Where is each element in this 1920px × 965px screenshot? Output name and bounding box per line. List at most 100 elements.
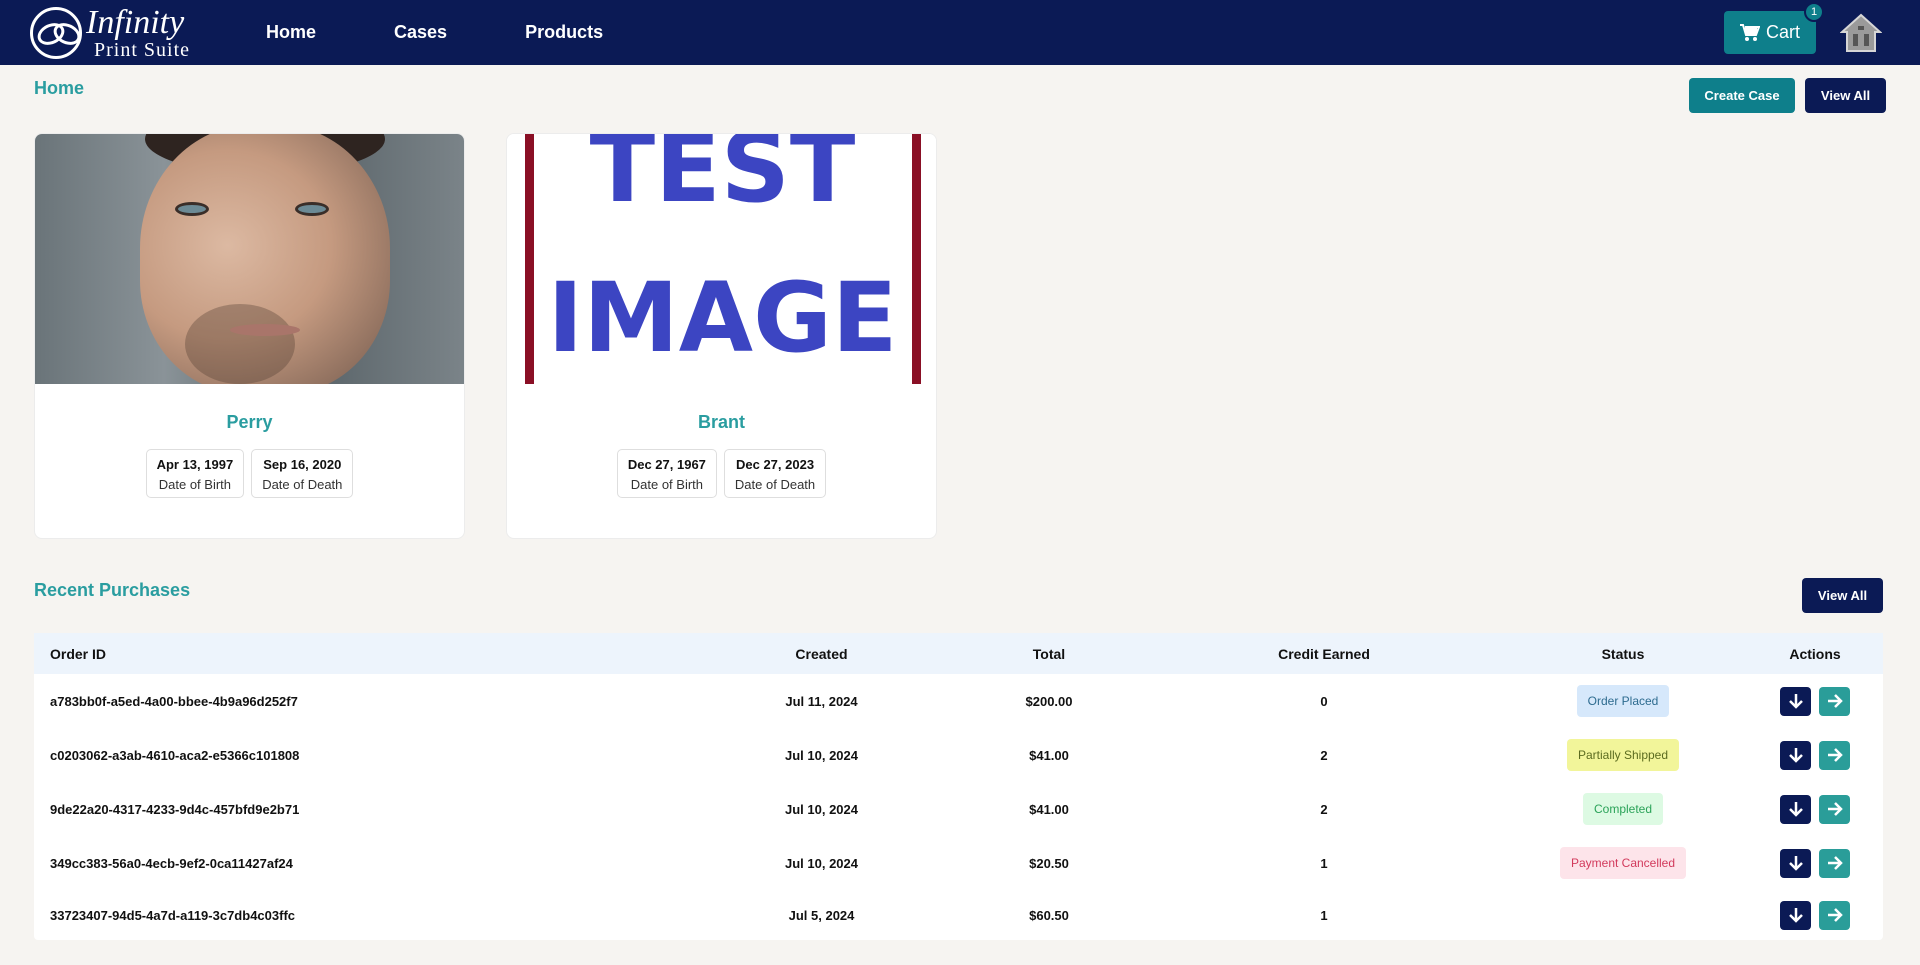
status-cell: Partially Shipped [1499,739,1747,771]
test-image-line1: TEST [589,134,856,224]
status-badge: Order Placed [1576,685,1670,717]
actions-cell [1747,794,1883,824]
table-row: 349cc383-56a0-4ecb-9ef2-0ca11427af24 Jul … [34,836,1883,890]
arrow-right-icon [1827,856,1843,870]
death-date-box: Dec 27, 2023 Date of Death [723,449,827,498]
table-row: a783bb0f-a5ed-4a00-bbee-4b9a96d252f7 Jul … [34,674,1883,728]
case-card[interactable]: Perry Apr 13, 1997 Date of Birth Sep 16,… [34,133,465,539]
order-created: Jul 5, 2024 [788,907,855,923]
actions-cell [1747,740,1883,770]
order-created: Jul 10, 2024 [785,855,858,871]
home-icon[interactable] [1840,12,1882,54]
download-button[interactable] [1780,794,1811,824]
view-order-button[interactable] [1819,848,1850,878]
arrow-right-icon [1827,908,1843,922]
arrow-right-icon [1827,694,1843,708]
order-credit: 0 [1320,693,1328,709]
status-cell: Order Placed [1499,685,1747,717]
order-id[interactable]: c0203062-a3ab-4610-aca2-e5366c101808 [34,748,514,763]
arrow-down-icon [1788,908,1803,923]
infinity-logo-icon [30,7,82,59]
death-date-label: Date of Death [262,477,343,492]
status-cell: Completed [1499,793,1747,825]
birth-date-box: Dec 27, 1967 Date of Birth [616,449,717,498]
logo-title: Infinity [86,4,185,41]
case-card[interactable]: TEST IMAGE Brant Dec 27, 1967 Date of Bi… [506,133,937,539]
order-credit: 2 [1320,801,1328,817]
case-photo [35,134,464,384]
shopping-cart-icon [1739,23,1760,41]
order-created: Jul 10, 2024 [785,801,858,817]
nav-cases[interactable]: Cases [394,22,447,43]
death-date: Sep 16, 2020 [263,457,342,472]
purchases-table: Order ID Created Total Credit Earned Sta… [34,633,1883,940]
order-created: Jul 10, 2024 [785,747,858,763]
cart-label: Cart [1765,22,1800,42]
status-badge: Payment Cancelled [1559,847,1687,879]
actions-cell [1747,848,1883,878]
page-title: Home [34,78,85,98]
order-credit: 2 [1320,747,1328,763]
order-created: Jul 11, 2024 [785,693,858,709]
order-id[interactable]: 9de22a20-4317-4233-9d4c-457bfd9e2b71 [34,802,514,817]
view-order-button[interactable] [1819,794,1850,824]
birth-date-box: Apr 13, 1997 Date of Birth [145,449,245,498]
col-created: Created [795,645,848,662]
birth-date: Dec 27, 1967 [627,457,706,472]
order-id[interactable]: a783bb0f-a5ed-4a00-bbee-4b9a96d252f7 [34,694,514,709]
table-row: 33723407-94d5-4a7d-a119-3c7db4c03ffc Jul … [34,890,1883,940]
arrow-right-icon [1827,748,1843,762]
table-row: 9de22a20-4317-4233-9d4c-457bfd9e2b71 Jul … [34,782,1883,836]
death-date: Dec 27, 2023 [735,457,815,472]
order-id[interactable]: 33723407-94d5-4a7d-a119-3c7db4c03ffc [34,908,514,923]
order-total: $41.00 [1029,801,1069,817]
birth-date-label: Date of Birth [158,477,232,492]
case-name[interactable]: Perry [35,412,464,433]
order-credit: 1 [1320,907,1328,923]
download-button[interactable] [1780,848,1811,878]
table-body: a783bb0f-a5ed-4a00-bbee-4b9a96d252f7 Jul … [34,674,1883,940]
case-name[interactable]: Brant [507,412,936,433]
arrow-down-icon [1788,748,1803,763]
download-button[interactable] [1780,900,1811,930]
order-credit: 1 [1320,855,1328,871]
order-total: $200.00 [1025,693,1073,709]
order-total: $20.50 [1029,855,1069,871]
nav-products[interactable]: Products [525,22,603,43]
col-actions: Actions [1789,645,1841,662]
death-date-label: Date of Death [734,477,816,492]
view-order-button[interactable] [1819,686,1850,716]
col-credit-earned: Credit Earned [1278,645,1370,662]
actions-cell [1747,686,1883,716]
view-order-button[interactable] [1819,740,1850,770]
birth-date: Apr 13, 1997 [156,457,234,472]
table-header: Order ID Created Total Credit Earned Sta… [34,633,1883,674]
download-button[interactable] [1780,740,1811,770]
order-id[interactable]: 349cc383-56a0-4ecb-9ef2-0ca11427af24 [34,856,514,871]
brand-logo[interactable]: Infinity Print Suite [30,5,190,61]
test-image-line2: IMAGE [547,262,898,374]
col-status: Status [1601,645,1645,662]
birth-date-label: Date of Birth [630,477,704,492]
cart-count-badge: 1 [1804,2,1824,22]
order-total: $41.00 [1029,747,1069,763]
main-nav: Home Cases Products [266,0,681,65]
col-order-id: Order ID [50,645,107,662]
recent-purchases-title: Recent Purchases [34,580,191,600]
download-button[interactable] [1780,686,1811,716]
col-total: Total [1032,645,1066,662]
top-navbar: Infinity Print Suite Home Cases Products… [0,0,1920,65]
view-order-button[interactable] [1819,900,1850,930]
cart-button[interactable]: Cart 1 [1724,2,1824,54]
cases-view-all-button[interactable]: View All [1805,78,1886,113]
actions-cell [1747,900,1883,930]
arrow-down-icon [1788,694,1803,709]
purchases-view-all-button[interactable]: View All [1802,578,1883,613]
logo-subtitle: Print Suite [94,39,191,61]
nav-home[interactable]: Home [266,22,316,43]
arrow-down-icon [1788,856,1803,871]
table-row: c0203062-a3ab-4610-aca2-e5366c101808 Jul … [34,728,1883,782]
create-case-button[interactable]: Create Case [1689,78,1795,113]
status-cell: Payment Cancelled [1499,847,1747,879]
status-badge: Completed [1582,793,1664,825]
